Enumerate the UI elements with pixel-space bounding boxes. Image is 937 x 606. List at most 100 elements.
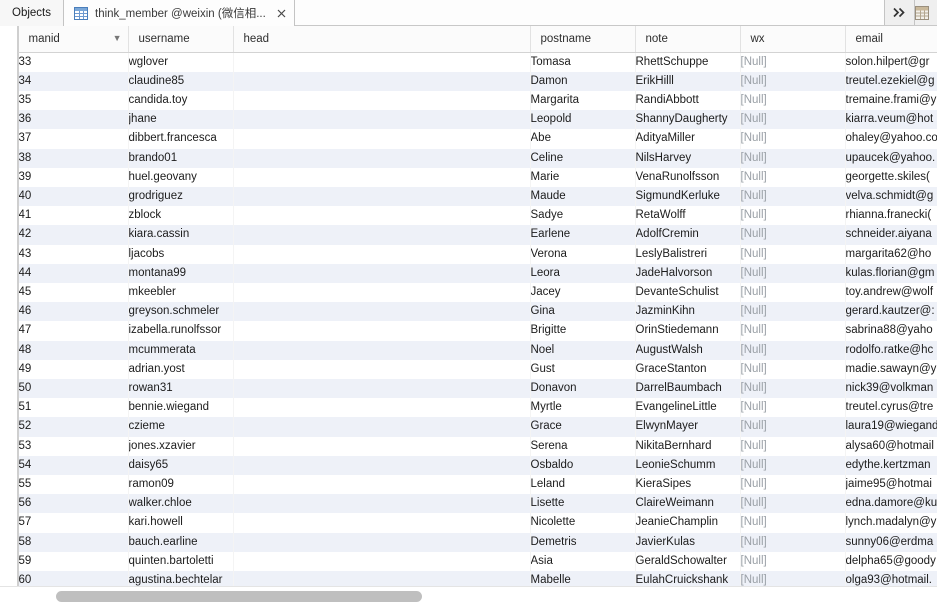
- cell-email[interactable]: kiarra.veum@hot: [845, 110, 937, 130]
- table-row[interactable]: 35 candida.toy Margarita RandiAbbott [Null] t…: [0, 90, 937, 111]
- cell-manid[interactable]: 51: [18, 398, 129, 418]
- cell-postname[interactable]: Asia: [530, 551, 636, 571]
- cell-manid[interactable]: 33: [18, 52, 129, 72]
- cell-wx[interactable]: [Null]: [740, 359, 846, 379]
- cell-wx[interactable]: [Null]: [740, 110, 846, 130]
- cell-head[interactable]: [233, 110, 531, 130]
- cell-head[interactable]: [233, 513, 531, 533]
- table-row[interactable]: 59 quinten.bartoletti Asia GeraldSchowalter…: [0, 551, 937, 571]
- cell-note[interactable]: JavierKulas: [635, 532, 741, 552]
- cell-email[interactable]: velva.schmidt@g: [845, 186, 937, 207]
- cell-email[interactable]: georgette.skiles(: [845, 167, 937, 187]
- cell-wx[interactable]: [Null]: [740, 129, 846, 149]
- cell-note[interactable]: RandiAbbott: [635, 90, 741, 111]
- tab-objects[interactable]: Objects: [0, 0, 64, 26]
- cell-email[interactable]: jaime95@hotmai: [845, 474, 937, 495]
- cell-wx[interactable]: [Null]: [740, 474, 846, 495]
- cell-username[interactable]: wglover: [128, 52, 234, 72]
- cell-note[interactable]: JeanieChamplin: [635, 513, 741, 533]
- cell-manid[interactable]: 37: [18, 129, 129, 149]
- cell-manid[interactable]: 56: [18, 494, 129, 514]
- cell-email[interactable]: toy.andrew@wolf: [845, 282, 937, 303]
- cell-note[interactable]: AugustWalsh: [635, 340, 741, 360]
- table-row[interactable]: 54 daisy65 Osbaldo LeonieSchumm [Null] edythe…: [0, 455, 937, 475]
- table-row[interactable]: 49 adrian.yost Gust GraceStanton [Null] madie…: [0, 359, 937, 379]
- table-row[interactable]: 47 izabella.runolfssor Brigitte OrinStiedem…: [0, 321, 937, 341]
- cell-email[interactable]: margarita62@ho: [845, 244, 937, 264]
- table-row[interactable]: 46 greyson.schmeler Gina JazminKihn [Null] ge…: [0, 302, 937, 322]
- cell-wx[interactable]: [Null]: [740, 494, 846, 514]
- cell-manid[interactable]: 42: [18, 225, 129, 245]
- cell-head[interactable]: [233, 494, 531, 514]
- cell-manid[interactable]: 53: [18, 436, 129, 456]
- table-grid-icon-end[interactable]: [915, 0, 937, 25]
- cell-wx[interactable]: [Null]: [740, 398, 846, 418]
- cell-manid[interactable]: 34: [18, 71, 129, 91]
- column-header-manid[interactable]: manid ▼: [18, 26, 129, 53]
- cell-manid[interactable]: 43: [18, 244, 129, 264]
- cell-email[interactable]: rhianna.franecki(: [845, 206, 937, 226]
- cell-email[interactable]: gerard.kautzer@:: [845, 302, 937, 322]
- cell-head[interactable]: [233, 206, 531, 226]
- table-row[interactable]: 48 mcummerata Noel AugustWalsh [Null] rodolfo…: [0, 340, 937, 360]
- cell-username[interactable]: ljacobs: [128, 244, 234, 264]
- cell-head[interactable]: [233, 378, 531, 399]
- cell-username[interactable]: brando01: [128, 148, 234, 168]
- cell-postname[interactable]: Donavon: [530, 378, 636, 399]
- cell-wx[interactable]: [Null]: [740, 282, 846, 303]
- table-row[interactable]: 37 dibbert.francesca Abe AdityaMiller [Null]…: [0, 129, 937, 149]
- cell-manid[interactable]: 47: [18, 321, 129, 341]
- cell-username[interactable]: adrian.yost: [128, 359, 234, 379]
- cell-wx[interactable]: [Null]: [740, 455, 846, 475]
- table-row[interactable]: 56 walker.chloe Lisette ClaireWeimann [Null]…: [0, 494, 937, 514]
- cell-postname[interactable]: Grace: [530, 417, 636, 437]
- cell-head[interactable]: [233, 90, 531, 111]
- cell-head[interactable]: [233, 148, 531, 168]
- cell-manid[interactable]: 55: [18, 474, 129, 495]
- double-chevron-right-icon[interactable]: [885, 0, 915, 25]
- cell-note[interactable]: AdityaMiller: [635, 129, 741, 149]
- cell-username[interactable]: ramon09: [128, 474, 234, 495]
- column-header-postname[interactable]: postname: [530, 26, 636, 53]
- cell-username[interactable]: greyson.schmeler: [128, 302, 234, 322]
- cell-postname[interactable]: Myrtle: [530, 398, 636, 418]
- cell-postname[interactable]: Maude: [530, 186, 636, 207]
- cell-username[interactable]: jones.xzavier: [128, 436, 234, 456]
- cell-username[interactable]: daisy65: [128, 455, 234, 475]
- cell-username[interactable]: bauch.earline: [128, 532, 234, 552]
- cell-username[interactable]: claudine85: [128, 71, 234, 91]
- cell-note[interactable]: NilsHarvey: [635, 148, 741, 168]
- cell-email[interactable]: delpha65@goody: [845, 551, 937, 571]
- cell-head[interactable]: [233, 455, 531, 475]
- cell-postname[interactable]: Marie: [530, 167, 636, 187]
- cell-head[interactable]: [233, 436, 531, 456]
- cell-note[interactable]: ShannyDaugherty: [635, 110, 741, 130]
- cell-wx[interactable]: [Null]: [740, 167, 846, 187]
- cell-postname[interactable]: Tomasa: [530, 52, 636, 72]
- cell-head[interactable]: [233, 551, 531, 571]
- cell-head[interactable]: [233, 532, 531, 552]
- cell-manid[interactable]: 45: [18, 282, 129, 303]
- cell-note[interactable]: JazminKihn: [635, 302, 741, 322]
- cell-head[interactable]: [233, 263, 531, 283]
- cell-head[interactable]: [233, 340, 531, 360]
- cell-username[interactable]: rowan31: [128, 378, 234, 399]
- cell-head[interactable]: [233, 52, 531, 72]
- cell-wx[interactable]: [Null]: [740, 551, 846, 571]
- cell-username[interactable]: huel.geovany: [128, 167, 234, 187]
- cell-postname[interactable]: Brigitte: [530, 321, 636, 341]
- cell-postname[interactable]: Verona: [530, 244, 636, 264]
- cell-note[interactable]: VenaRunolfsson: [635, 167, 741, 187]
- cell-username[interactable]: jhane: [128, 110, 234, 130]
- cell-email[interactable]: madie.sawayn@y: [845, 359, 937, 379]
- cell-wx[interactable]: [Null]: [740, 340, 846, 360]
- column-header-note[interactable]: note: [635, 26, 741, 53]
- cell-manid[interactable]: 35: [18, 90, 129, 111]
- cell-wx[interactable]: [Null]: [740, 71, 846, 91]
- cell-manid[interactable]: 48: [18, 340, 129, 360]
- cell-email[interactable]: treutel.ezekiel@g: [845, 71, 937, 91]
- cell-note[interactable]: EvangelineLittle: [635, 398, 741, 418]
- cell-postname[interactable]: Damon: [530, 71, 636, 91]
- cell-username[interactable]: kiara.cassin: [128, 225, 234, 245]
- table-row[interactable]: 57 kari.howell Nicolette JeanieChamplin [Nul…: [0, 513, 937, 533]
